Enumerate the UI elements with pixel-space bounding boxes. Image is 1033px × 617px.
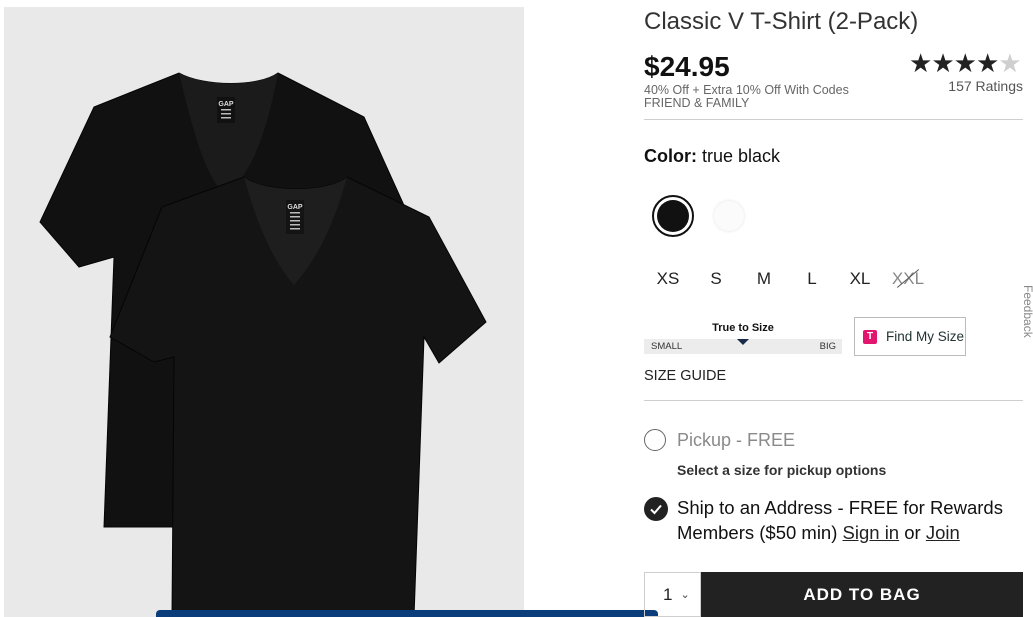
add-to-bag-button[interactable]: ADD TO BAG [701,572,1023,617]
star-icon: ★ [909,48,932,78]
size-selector: XS S M L XL XXL [644,266,932,292]
pickup-radio[interactable] [644,429,666,451]
back-tag-brand: GAP [218,101,234,108]
star-icon: ★ [975,48,999,78]
fit-big-label: BIG [819,341,836,352]
fit-bar: SMALL BIG [644,339,842,354]
color-selection-label: Color: true black [644,146,780,167]
ship-radio-checked[interactable] [644,497,668,521]
promo-line-2: FRIEND & FAMILY [644,96,750,110]
fit-scale: True to Size SMALL BIG [644,322,842,354]
star-icon: ★ [953,48,977,78]
promo-text: 40% Off + Extra 10% Off With Codes FRIEN… [644,84,849,110]
size-option-xxl: XXL [884,266,932,292]
product-price: $24.95 [644,51,730,82]
or-text: or [904,522,921,543]
swatch-white[interactable] [714,201,744,231]
color-name: true black [702,146,781,166]
product-image[interactable]: GAP GAP [4,7,524,617]
sign-in-link[interactable]: Sign in [843,522,900,543]
product-title: Classic V T-Shirt (2-Pack) [644,8,919,35]
swatch-true-black[interactable] [652,195,694,237]
join-link[interactable]: Join [926,522,960,543]
size-option-xs[interactable]: XS [644,266,692,292]
color-label: Color: [644,146,697,166]
fit-pointer-icon [737,339,749,345]
ratings-count[interactable]: 157 Ratings [910,78,1023,94]
quantity-select[interactable]: 1 ⌄ [644,572,701,617]
tshirts-illustration: GAP GAP [39,72,487,617]
find-my-size-label: Find My Size [886,329,965,344]
fit-small-label: SMALL [651,341,683,352]
pickup-note: Select a size for pickup options [677,462,887,478]
quantity-value: 1 [663,584,673,604]
true-fit-icon: T [863,329,877,344]
swatch-black-fill [657,200,689,232]
find-my-size-button[interactable]: T Find My Size [854,317,966,356]
divider-middle [644,400,1023,401]
star-icon: ★ [931,48,954,78]
size-option-m[interactable]: M [740,266,788,292]
pickup-label: Pickup - FREE [677,430,796,450]
ship-option-text: Ship to an Address - FREE for Rewards Me… [677,495,1017,545]
checkmark-icon [650,504,662,515]
size-option-l[interactable]: L [788,266,836,292]
feedback-tab[interactable]: Feedback [1021,285,1033,338]
divider-top [644,119,1023,120]
fit-title: True to Size [712,322,774,334]
rating-stars[interactable]: ★★★★★ [909,48,1022,79]
bottom-banner-bar[interactable] [156,610,658,617]
front-tag-brand: GAP [287,204,303,211]
size-option-xl[interactable]: XL [836,266,884,292]
chevron-down-icon: ⌄ [680,589,690,601]
size-guide-link[interactable]: SIZE GUIDE [644,368,726,384]
star-icon: ★ [998,48,1021,78]
size-option-s[interactable]: S [692,266,740,292]
